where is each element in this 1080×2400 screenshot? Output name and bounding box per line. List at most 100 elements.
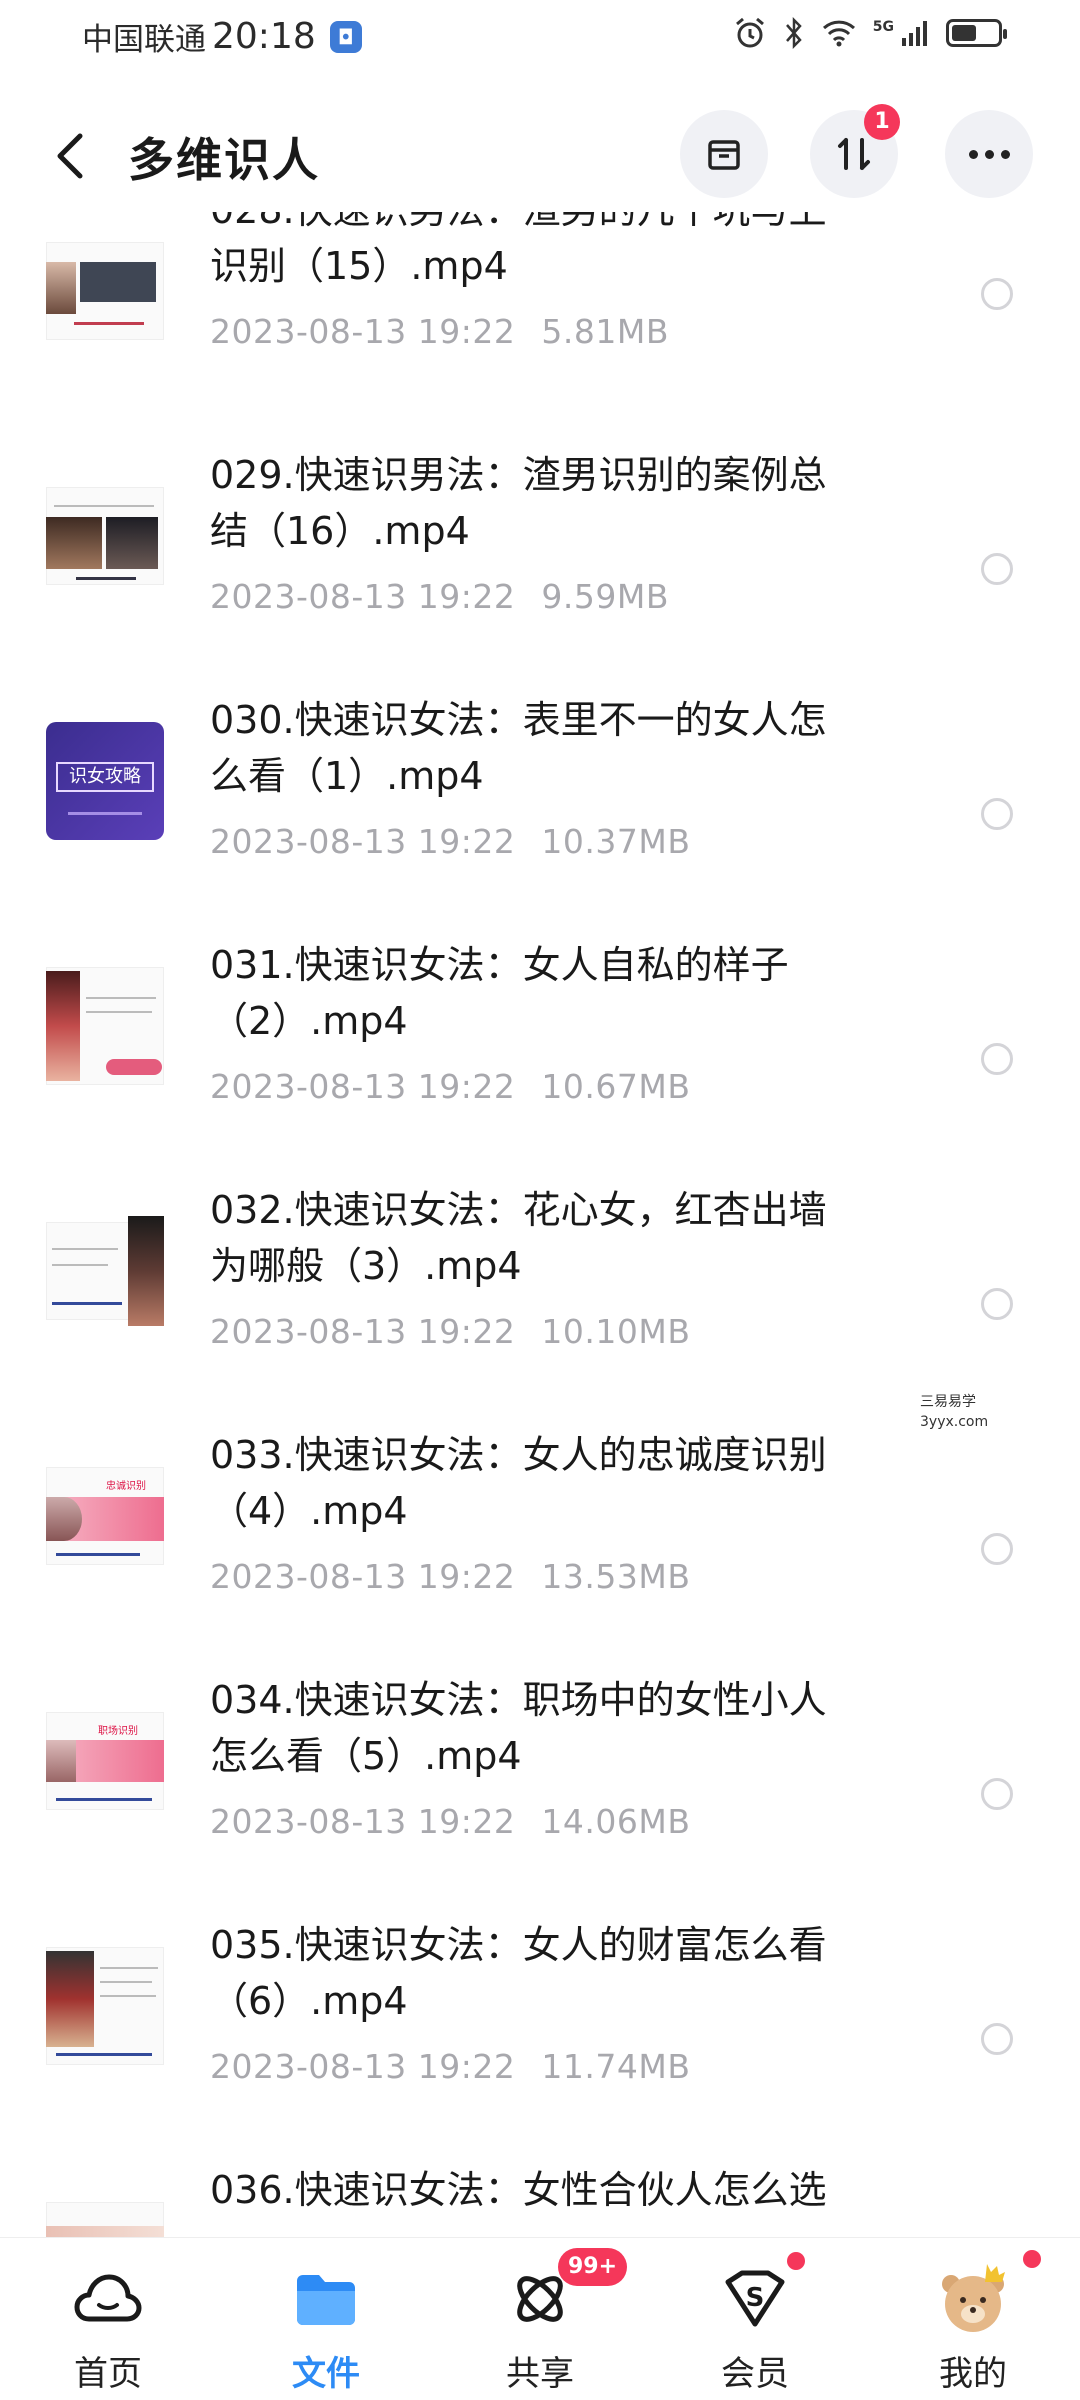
file-size: 13.53MB bbox=[541, 1557, 691, 1596]
svg-text:S: S bbox=[746, 2283, 765, 2313]
file-meta: 2023-08-13 19:22 11.74MB bbox=[210, 2047, 690, 2086]
file-name-line1: 031.快速识女法：女人自私的样子 bbox=[210, 943, 789, 987]
file-name-line2: 结（16）.mp4 bbox=[210, 509, 470, 553]
more-options-button[interactable] bbox=[945, 110, 1033, 198]
file-name-line2: （4）.mp4 bbox=[210, 1489, 408, 1533]
file-name-line2: （2）.mp4 bbox=[210, 999, 408, 1043]
file-size: 10.37MB bbox=[541, 822, 691, 861]
file-name-line1: 035.快速识女法：女人的财富怎么看 bbox=[210, 1923, 827, 1967]
file-name: 034.快速识女法：职场中的女性小人 怎么看（5）.mp4 bbox=[210, 1672, 910, 1784]
file-size: 9.59MB bbox=[541, 577, 669, 616]
file-meta: 2023-08-13 19:22 5.81MB bbox=[210, 312, 669, 351]
video-thumbnail: 识女攻略 bbox=[46, 722, 164, 840]
carrier-label: 中国联通 bbox=[82, 22, 206, 58]
transfer-list-button[interactable]: 1 bbox=[810, 104, 900, 198]
tab-label: 我的 bbox=[939, 2354, 1007, 2394]
file-size: 11.74MB bbox=[541, 2047, 691, 2086]
file-size: 10.67MB bbox=[541, 1067, 691, 1106]
home-cloud-icon bbox=[68, 2262, 148, 2336]
file-row[interactable]: 029.快速识男法：渣男识别的案例总 结（16）.mp4 2023-08-13 … bbox=[0, 427, 1080, 672]
file-name-line1: 029.快速识男法：渣男识别的案例总 bbox=[210, 453, 827, 497]
select-radio[interactable] bbox=[981, 1288, 1013, 1320]
file-date: 2023-08-13 19:22 bbox=[210, 1557, 516, 1596]
select-radio[interactable] bbox=[981, 278, 1013, 310]
bluetooth-icon bbox=[785, 16, 802, 50]
watermark-line2: 3yyx.com bbox=[920, 1414, 989, 1430]
file-date: 2023-08-13 19:22 bbox=[210, 1802, 516, 1841]
file-name: 029.快速识男法：渣男识别的案例总 结（16）.mp4 bbox=[210, 447, 910, 559]
vip-shield-icon: S bbox=[715, 2262, 795, 2336]
video-thumbnail bbox=[46, 1947, 164, 2065]
file-name-line1: 030.快速识女法：表里不一的女人怎 bbox=[210, 698, 827, 742]
wifi-icon bbox=[822, 20, 855, 47]
thumbnail-title: 忠诚识别 bbox=[106, 1481, 146, 1492]
select-radio[interactable] bbox=[981, 1533, 1013, 1565]
battery-icon bbox=[946, 19, 1007, 47]
file-name-line2: （6）.mp4 bbox=[210, 1979, 408, 2023]
signal-icon bbox=[902, 21, 927, 46]
transfer-updown-icon bbox=[838, 138, 870, 170]
folder-icon bbox=[286, 2262, 366, 2336]
tab-label: 会员 bbox=[721, 2354, 789, 2394]
file-name-line2: 怎么看（5）.mp4 bbox=[210, 1734, 522, 1778]
video-thumbnail bbox=[46, 2192, 164, 2237]
file-date: 2023-08-13 19:22 bbox=[210, 2047, 516, 2086]
file-meta: 2023-08-13 19:22 10.67MB bbox=[210, 1067, 690, 1106]
watermark-line1: 三易易学 bbox=[920, 1394, 976, 1410]
video-thumbnail: 忠诚识别 bbox=[46, 1457, 164, 1575]
tab-label: 共享 bbox=[506, 2354, 574, 2394]
file-name: 033.快速识女法：女人的忠诚度识别 （4）.mp4 bbox=[210, 1427, 910, 1539]
vip-notice-dot bbox=[787, 2252, 805, 2270]
select-radio[interactable] bbox=[981, 798, 1013, 830]
file-name-line2: 为哪般（3）.mp4 bbox=[210, 1244, 522, 1288]
thumbnail-title: 识女攻略 bbox=[56, 762, 154, 792]
share-count-badge: 99+ bbox=[558, 2248, 628, 2286]
file-row[interactable]: 职场识别 034.快速识女法：职场中的女性小人 怎么看（5）.mp4 2023-… bbox=[0, 1652, 1080, 1897]
file-row[interactable]: 忠诚识别 033.快速识女法：女人的忠诚度识别 （4）.mp4 2023-08-… bbox=[0, 1407, 1080, 1652]
file-row[interactable]: 031.快速识女法：女人自私的样子 （2）.mp4 2023-08-13 19:… bbox=[0, 917, 1080, 1162]
security-shield-icon: ◘ bbox=[329, 20, 362, 53]
select-radio[interactable] bbox=[981, 1043, 1013, 1075]
back-arrow-icon[interactable] bbox=[50, 130, 94, 182]
archive-button[interactable] bbox=[680, 110, 768, 198]
file-name: 035.快速识女法：女人的财富怎么看 （6）.mp4 bbox=[210, 1917, 910, 2029]
transfer-count-badge: 1 bbox=[864, 104, 900, 140]
file-meta: 2023-08-13 19:22 10.10MB bbox=[210, 1312, 690, 1351]
file-name: 036.快速识女法：女性合伙人怎么选 bbox=[210, 2162, 910, 2218]
network-type: 5G bbox=[872, 19, 894, 35]
file-name-line1: 028.快速识男法：渣男的几个坑与上 bbox=[210, 212, 910, 238]
file-name-line2: 识别（15）.mp4 bbox=[210, 244, 508, 288]
status-bar: 中国联通 20:18 ◘ 5G bbox=[0, 0, 1080, 72]
status-left: 中国联通 20:18 ◘ bbox=[82, 14, 362, 59]
file-date: 2023-08-13 19:22 bbox=[210, 1312, 516, 1351]
file-date: 2023-08-13 19:22 bbox=[210, 577, 516, 616]
file-size: 5.81MB bbox=[541, 312, 669, 351]
file-meta: 2023-08-13 19:22 14.06MB bbox=[210, 1802, 690, 1841]
select-radio[interactable] bbox=[981, 553, 1013, 585]
select-radio[interactable] bbox=[981, 1778, 1013, 1810]
video-thumbnail bbox=[46, 1212, 164, 1330]
file-date: 2023-08-13 19:22 bbox=[210, 822, 516, 861]
file-name-line1: 033.快速识女法：女人的忠诚度识别 bbox=[210, 1433, 827, 1477]
file-row[interactable]: 识女攻略 030.快速识女法：表里不一的女人怎 么看（1）.mp4 2023-0… bbox=[0, 672, 1080, 917]
file-row[interactable]: 035.快速识女法：女人的财富怎么看 （6）.mp4 2023-08-13 19… bbox=[0, 1897, 1080, 2142]
video-thumbnail bbox=[46, 967, 164, 1085]
bear-avatar-icon bbox=[933, 2262, 1013, 2336]
clock: 20:18 bbox=[212, 16, 316, 57]
thumbnail-title: 职场识别 bbox=[98, 1726, 138, 1737]
video-thumbnail bbox=[46, 232, 164, 350]
tab-profile[interactable]: 我的 bbox=[893, 2238, 1053, 2400]
file-size: 14.06MB bbox=[541, 1802, 691, 1841]
tab-home[interactable]: 首页 bbox=[28, 2238, 188, 2400]
file-row[interactable]: 032.快速识女法：花心女，红杏出墙 为哪般（3）.mp4 2023-08-13… bbox=[0, 1162, 1080, 1407]
tab-label: 文件 bbox=[292, 2354, 360, 2394]
tab-share[interactable]: 99+ 共享 bbox=[460, 2238, 628, 2400]
select-radio[interactable] bbox=[981, 2023, 1013, 2055]
tab-vip[interactable]: S 会员 bbox=[675, 2238, 835, 2400]
tab-files[interactable]: 文件 bbox=[246, 2238, 406, 2400]
file-row[interactable]: 036.快速识女法：女性合伙人怎么选 bbox=[0, 2142, 1080, 2237]
file-name-line1: 032.快速识女法：花心女，红杏出墙 bbox=[210, 1188, 827, 1232]
file-meta: 2023-08-13 19:22 13.53MB bbox=[210, 1557, 690, 1596]
profile-notice-dot bbox=[1023, 2250, 1041, 2268]
file-row[interactable]: 028.快速识男法：渣男的几个坑与上 识别（15）.mp4 2023-08-13… bbox=[0, 212, 1080, 427]
